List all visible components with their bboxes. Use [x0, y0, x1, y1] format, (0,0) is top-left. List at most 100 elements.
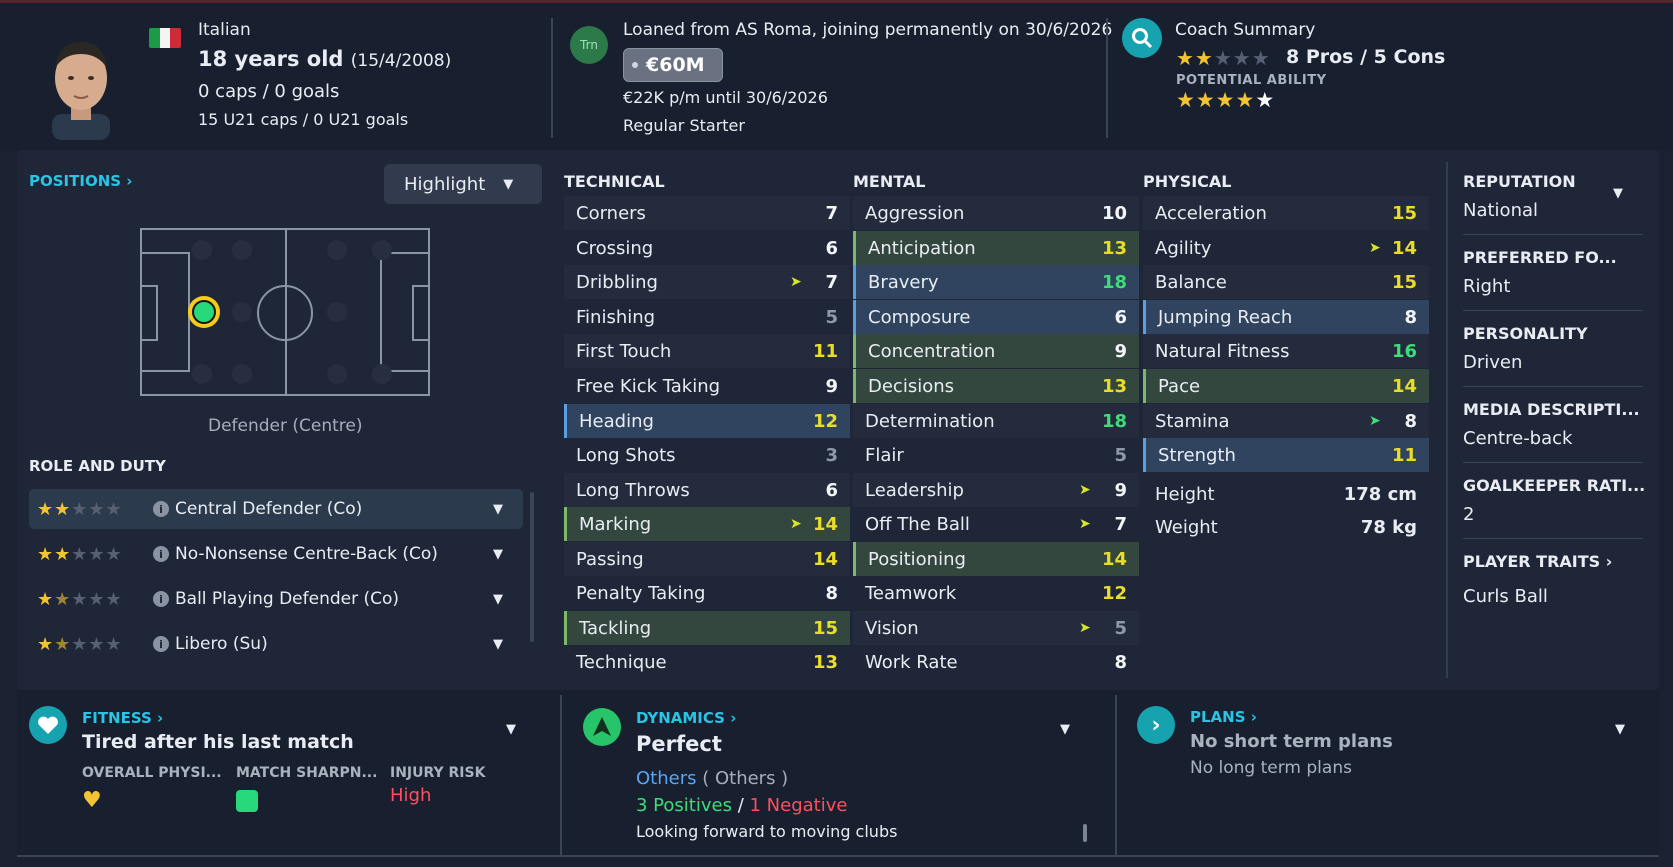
- info-icon[interactable]: i: [153, 636, 169, 652]
- attribute-row[interactable]: Flair 5: [853, 438, 1139, 472]
- role-row[interactable]: ★★★★★ i Central Defender (Co) ▼: [29, 489, 523, 529]
- transfer-value[interactable]: €60M: [623, 48, 723, 82]
- role-row[interactable]: ★★★★★ i Ball Playing Defender (Co) ▼: [29, 579, 523, 619]
- attribute-name: Natural Fitness: [1155, 340, 1290, 362]
- attribute-row[interactable]: Anticipation 13: [853, 231, 1139, 265]
- position-label: Defender (Centre): [208, 416, 363, 436]
- attribute-row[interactable]: Acceleration 15: [1143, 196, 1429, 230]
- coach-summary-title[interactable]: Coach Summary: [1175, 20, 1315, 40]
- attribute-row[interactable]: Teamwork 12: [853, 576, 1139, 610]
- technical-heading: TECHNICAL: [564, 172, 665, 191]
- dynamics-link[interactable]: DYNAMICS ›: [636, 709, 736, 727]
- attribute-row[interactable]: Corners 7: [564, 196, 850, 230]
- attribute-name: Finishing: [576, 306, 656, 328]
- attribute-value: 11: [1391, 444, 1417, 466]
- attribute-row[interactable]: Pace 14: [1143, 369, 1429, 403]
- player-position-marker[interactable]: [188, 296, 220, 328]
- happiness-slash: /: [737, 795, 744, 816]
- position-dot: [232, 364, 252, 384]
- attribute-name: Heading: [579, 410, 654, 432]
- dynamics-scrollbar[interactable]: [1083, 824, 1087, 842]
- attribute-name: Decisions: [868, 375, 955, 397]
- position-dot: [327, 302, 347, 322]
- attribute-row[interactable]: Balance 15: [1143, 265, 1429, 299]
- bottom-border: [17, 855, 1659, 857]
- attribute-row[interactable]: Bravery 18: [853, 265, 1139, 299]
- personality-label: PERSONALITY: [1463, 324, 1588, 343]
- weight-value: 78 kg: [1360, 516, 1417, 538]
- transfer-badge-icon[interactable]: Trn: [570, 26, 608, 64]
- plans-link[interactable]: PLANS ›: [1190, 708, 1257, 726]
- negatives[interactable]: 1 Negative: [750, 795, 848, 816]
- role-scrollbar[interactable]: [530, 492, 534, 642]
- attribute-row[interactable]: Decisions 13: [853, 369, 1139, 403]
- fitness-link[interactable]: FITNESS ›: [82, 709, 163, 727]
- attribute-name: Off The Ball: [865, 513, 970, 535]
- info-icon[interactable]: i: [153, 501, 169, 517]
- attribute-row[interactable]: Natural Fitness 16: [1143, 334, 1429, 368]
- goalkeeper-rating-value: 2: [1463, 504, 1475, 525]
- attribute-row[interactable]: Vision ➤ 5: [853, 611, 1139, 645]
- chevron-down-icon[interactable]: ▼: [506, 722, 516, 737]
- attribute-row[interactable]: Concentration 9: [853, 334, 1139, 368]
- personality-value: Driven: [1463, 352, 1523, 373]
- attribute-value: 8: [1114, 651, 1127, 673]
- height-value: 178 cm: [1343, 483, 1417, 505]
- position-pitch: [140, 228, 430, 396]
- search-icon[interactable]: [1122, 18, 1162, 58]
- positives[interactable]: 3 Positives: [636, 795, 732, 816]
- attribute-row[interactable]: Long Shots 3: [564, 438, 850, 472]
- chevron-down-icon[interactable]: ▼: [1615, 722, 1625, 737]
- highlight-label: Highlight: [404, 173, 486, 195]
- wage: €22K p/m until 30/6/2026: [623, 88, 828, 107]
- chevron-down-icon[interactable]: ▼: [493, 592, 523, 607]
- attribute-row[interactable]: Free Kick Taking 9: [564, 369, 850, 403]
- attribute-value: 12: [812, 410, 838, 432]
- attribute-row[interactable]: Aggression 10: [853, 196, 1139, 230]
- attribute-row[interactable]: Stamina ➤ 8: [1143, 404, 1429, 438]
- attribute-value: 5: [1114, 444, 1127, 466]
- side-separator: [1463, 310, 1643, 311]
- positions-link[interactable]: POSITIONS ›: [29, 172, 132, 190]
- player-traits-link[interactable]: PLAYER TRAITS ›: [1463, 552, 1612, 571]
- attribute-value: 3: [825, 444, 838, 466]
- attribute-row[interactable]: Long Throws 6: [564, 473, 850, 507]
- short-term-plans: No short term plans: [1190, 731, 1393, 752]
- attribute-row[interactable]: Leadership ➤ 9: [853, 473, 1139, 507]
- info-icon[interactable]: i: [153, 546, 169, 562]
- attribute-name: Anticipation: [868, 237, 976, 259]
- attribute-row[interactable]: First Touch 11: [564, 334, 850, 368]
- role-name: Libero (Su): [175, 634, 268, 654]
- height-label: Height: [1155, 483, 1215, 505]
- attribute-row[interactable]: Agility ➤ 14: [1143, 231, 1429, 265]
- attribute-row[interactable]: Marking ➤ 14: [564, 507, 850, 541]
- player-traits-label: PLAYER TRAITS: [1463, 552, 1601, 571]
- attribute-row[interactable]: Composure 6: [853, 300, 1139, 334]
- role-row[interactable]: ★★★★★ i Libero (Su) ▼: [29, 624, 523, 664]
- chevron-down-icon[interactable]: ▼: [493, 637, 523, 652]
- caps: 0 caps / 0 goals: [198, 81, 340, 102]
- attribute-row[interactable]: Passing 14: [564, 542, 850, 576]
- attribute-row[interactable]: Tackling 15: [564, 611, 850, 645]
- attribute-row[interactable]: Crossing 6: [564, 231, 850, 265]
- role-row[interactable]: ★★★★★ i No-Nonsense Centre-Back (Co) ▼: [29, 534, 523, 574]
- attribute-row[interactable]: Strength 11: [1143, 438, 1429, 472]
- chevron-down-icon[interactable]: ▼: [1060, 722, 1070, 737]
- chevron-down-icon[interactable]: ▼: [1613, 186, 1623, 201]
- attribute-row[interactable]: Positioning 14: [853, 542, 1139, 576]
- highlight-dropdown[interactable]: Highlight ▼: [384, 164, 542, 204]
- attribute-row[interactable]: Finishing 5: [564, 300, 850, 334]
- attribute-row[interactable]: Off The Ball ➤ 7: [853, 507, 1139, 541]
- chevron-down-icon[interactable]: ▼: [493, 502, 523, 517]
- attribute-row[interactable]: Dribbling ➤ 7: [564, 265, 850, 299]
- social-group-link[interactable]: Others: [636, 768, 697, 789]
- attribute-row[interactable]: Jumping Reach 8: [1143, 300, 1429, 334]
- attribute-row[interactable]: Determination 18: [853, 404, 1139, 438]
- attribute-row[interactable]: Work Rate 8: [853, 645, 1139, 679]
- attribute-row[interactable]: Penalty Taking 8: [564, 576, 850, 610]
- chevron-down-icon[interactable]: ▼: [493, 547, 523, 562]
- info-icon[interactable]: i: [153, 591, 169, 607]
- preferred-foot-label: PREFERRED FO...: [1463, 248, 1617, 267]
- attribute-row[interactable]: Technique 13: [564, 645, 850, 679]
- attribute-row[interactable]: Heading 12: [564, 404, 850, 438]
